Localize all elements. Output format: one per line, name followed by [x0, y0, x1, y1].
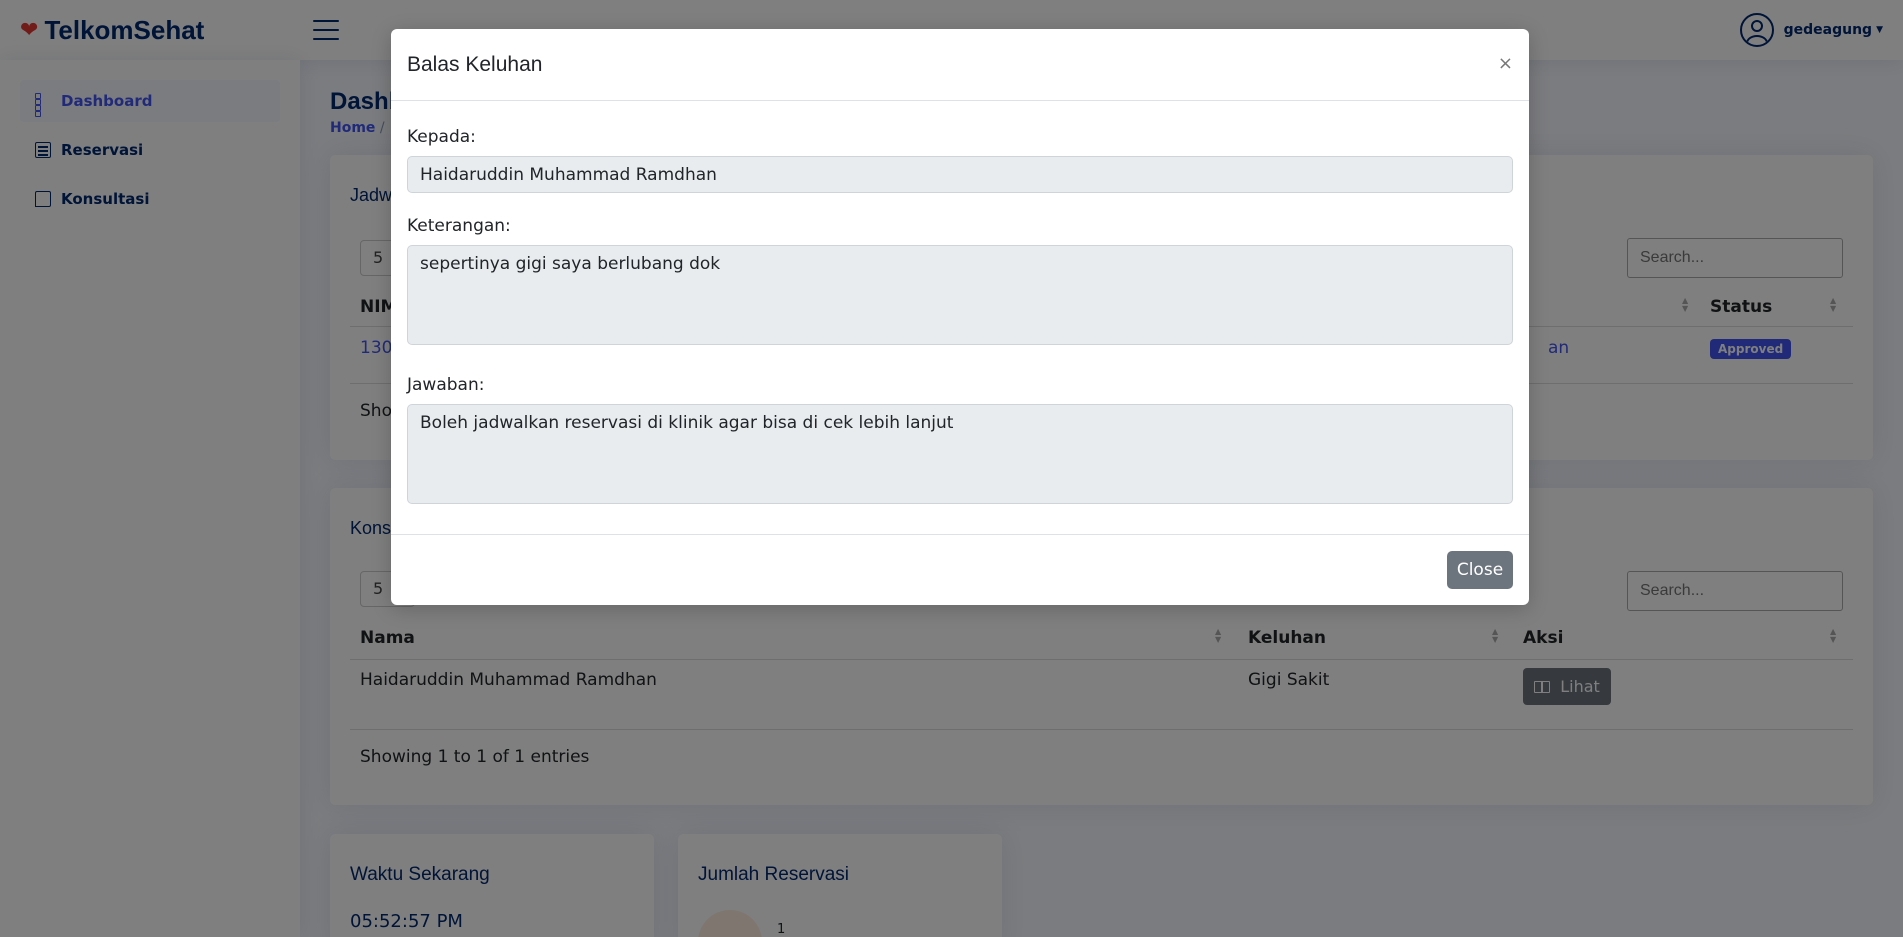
keterangan-field: sepertinya gigi saya berlubang dok — [407, 245, 1513, 345]
jawaban-field: Boleh jadwalkan reservasi di klinik agar… — [407, 404, 1513, 504]
balas-keluhan-modal: Balas Keluhan × Kepada: Haidaruddin Muha… — [391, 29, 1529, 605]
kepada-field: Haidaruddin Muhammad Ramdhan — [407, 156, 1513, 193]
modal-footer: Close — [391, 534, 1529, 605]
close-button[interactable]: Close — [1447, 551, 1513, 589]
modal-header: Balas Keluhan × — [391, 29, 1529, 101]
kepada-label: Kepada: — [407, 127, 476, 147]
modal-body: Kepada: Haidaruddin Muhammad Ramdhan Ket… — [391, 101, 1529, 520]
keterangan-label: Keterangan: — [407, 216, 511, 236]
modal-title: Balas Keluhan — [407, 52, 543, 76]
jawaban-label: Jawaban: — [407, 375, 485, 395]
close-icon[interactable]: × — [1498, 53, 1513, 74]
